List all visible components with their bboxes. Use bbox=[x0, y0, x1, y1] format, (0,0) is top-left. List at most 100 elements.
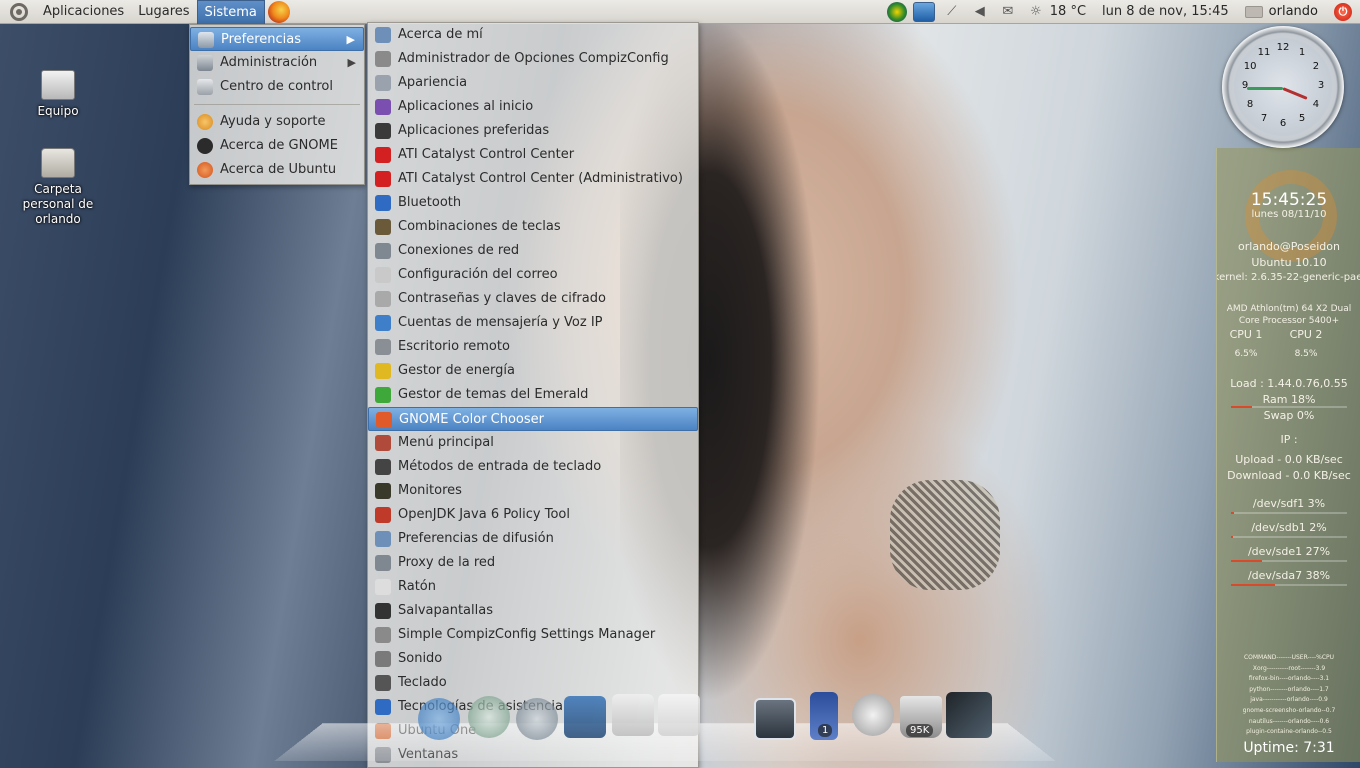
pref-item-icon bbox=[375, 339, 391, 355]
clock-number: 7 bbox=[1260, 112, 1268, 124]
dock-cursor-app-icon[interactable] bbox=[946, 692, 992, 738]
conky-disk-bar-fill bbox=[1231, 536, 1234, 538]
dock-sync-icon[interactable] bbox=[468, 696, 510, 738]
pref-item[interactable]: Escritorio remoto bbox=[368, 335, 698, 359]
administration-icon bbox=[197, 55, 213, 71]
pref-item[interactable]: Gestor de energía bbox=[368, 359, 698, 383]
pref-item[interactable]: Contraseñas y claves de cifrado bbox=[368, 287, 698, 311]
pref-item-label: Administrador de Opciones CompizConfig bbox=[398, 51, 669, 66]
analog-clock-widget[interactable]: 12 1 2 3 4 5 6 7 8 9 10 11 bbox=[1222, 26, 1344, 148]
pref-item-label: Apariencia bbox=[398, 75, 468, 90]
pref-item[interactable]: OpenJDK Java 6 Policy Tool bbox=[368, 503, 698, 527]
pref-item[interactable]: Aplicaciones al inicio bbox=[368, 95, 698, 119]
pref-item-icon bbox=[375, 195, 391, 211]
clock-number: 4 bbox=[1312, 99, 1320, 110]
clock-datetime[interactable]: lun 8 de nov, 15:45 bbox=[1094, 4, 1237, 19]
clock-minute-hand bbox=[1247, 87, 1283, 90]
conky-date: lunes 08/11/10 bbox=[1251, 209, 1327, 220]
pref-item[interactable]: Sonido bbox=[368, 647, 698, 671]
conky-disk-bar-fill bbox=[1231, 584, 1276, 586]
menu-item-preferencias[interactable]: Preferencias ▶ bbox=[190, 27, 364, 51]
pref-item-icon bbox=[375, 603, 391, 619]
weather-sun-icon[interactable]: ☼ bbox=[1025, 2, 1047, 22]
ubuntu-logo-icon[interactable] bbox=[10, 2, 28, 21]
menu-item-label: Centro de control bbox=[220, 79, 334, 94]
pref-item-icon bbox=[375, 75, 391, 91]
pref-item[interactable]: Proxy de la red bbox=[368, 551, 698, 575]
pref-item[interactable]: Gestor de temas del Emerald bbox=[368, 383, 698, 407]
panel-tray: ⟋ ◀︎ ✉ ☼ 18 °C lun 8 de nov, 15:45 orlan… bbox=[884, 0, 1360, 24]
conky-cpu1-label: CPU 1 bbox=[1229, 328, 1263, 341]
pref-item-label: OpenJDK Java 6 Policy Tool bbox=[398, 507, 570, 522]
screenshot-applet-icon[interactable] bbox=[912, 1, 935, 22]
dock-notes-icon[interactable] bbox=[658, 694, 700, 736]
pref-item[interactable]: GNOME Color Chooser bbox=[368, 407, 698, 431]
pref-item[interactable]: Configuración del correo bbox=[368, 263, 698, 287]
pref-item[interactable]: Administrador de Opciones CompizConfig bbox=[368, 47, 698, 71]
power-icon[interactable]: ⏻ bbox=[1334, 2, 1352, 21]
network-plug-icon[interactable]: ⟋ bbox=[941, 2, 963, 22]
pref-item[interactable]: Bluetooth bbox=[368, 191, 698, 215]
pref-item[interactable]: Monitores bbox=[368, 479, 698, 503]
weather-temperature[interactable]: 18 °C bbox=[1050, 4, 1094, 19]
menu-item-acerca-ubuntu[interactable]: Acerca de Ubuntu bbox=[190, 158, 364, 182]
submenu-arrow-icon: ▶ bbox=[347, 56, 356, 69]
pref-item-label: Proxy de la red bbox=[398, 555, 496, 570]
pref-item[interactable]: ATI Catalyst Control Center bbox=[368, 143, 698, 167]
pref-item[interactable]: Salvapantallas bbox=[368, 599, 698, 623]
pref-item-icon bbox=[375, 555, 391, 571]
pref-item[interactable]: Combinaciones de teclas bbox=[368, 215, 698, 239]
pref-item[interactable]: Menú principal bbox=[368, 431, 698, 455]
pref-item-label: Combinaciones de teclas bbox=[398, 219, 561, 234]
conky-download: Download - 0.0 KB/sec bbox=[1227, 469, 1351, 482]
dock-mail-at-icon[interactable] bbox=[852, 694, 894, 736]
conky-cpu-name: AMD Athlon(tm) 64 X2 Dual Core Processor… bbox=[1226, 304, 1352, 326]
desktop-icon-equipo[interactable]: Equipo bbox=[13, 70, 103, 119]
pref-item-icon bbox=[375, 123, 391, 139]
pref-item-label: Teclado bbox=[398, 675, 447, 690]
desktop-icon-home-folder[interactable]: Carpeta personal de orlando bbox=[13, 148, 103, 227]
clock-number: 3 bbox=[1317, 80, 1325, 91]
firefox-launcher-icon[interactable] bbox=[267, 0, 290, 23]
conky-process-row: firefox-bin----orlando----3.1 bbox=[1248, 675, 1330, 683]
pref-item[interactable]: Acerca de mí bbox=[368, 23, 698, 47]
conky-ram-bar-fill bbox=[1231, 406, 1252, 408]
menu-lugares[interactable]: Lugares bbox=[131, 0, 196, 24]
pref-item-icon bbox=[375, 27, 391, 43]
conky-process-row: nautilus-------orlando----0.6 bbox=[1248, 717, 1330, 725]
menu-item-centro-de-control[interactable]: Centro de control bbox=[190, 75, 364, 99]
conky-disk-bar-fill bbox=[1231, 512, 1235, 514]
pref-item-label: Simple CompizConfig Settings Manager bbox=[398, 627, 656, 642]
conky-ram: Ram 18% bbox=[1262, 393, 1316, 406]
mail-icon[interactable]: ✉ bbox=[997, 2, 1019, 22]
dock-workspace-switcher-icon[interactable] bbox=[754, 698, 796, 740]
menu-item-administracion[interactable]: Administración ▶ bbox=[190, 51, 364, 75]
conky-cpu1: CPU 1 6.5% bbox=[1221, 328, 1271, 359]
menu-aplicaciones[interactable]: Aplicaciones bbox=[36, 0, 131, 24]
pref-item[interactable]: Simple CompizConfig Settings Manager bbox=[368, 623, 698, 647]
pref-item[interactable]: Aplicaciones preferidas bbox=[368, 119, 698, 143]
pref-item[interactable]: Teclado bbox=[368, 671, 698, 695]
pref-item[interactable]: ATI Catalyst Control Center (Administrat… bbox=[368, 167, 698, 191]
pref-item-label: Acerca de mí bbox=[398, 27, 483, 42]
globe-icon[interactable] bbox=[886, 1, 907, 22]
menu-sistema[interactable]: Sistema bbox=[196, 0, 265, 24]
pref-item-icon bbox=[375, 387, 391, 403]
menu-item-ayuda[interactable]: Ayuda y soporte bbox=[190, 110, 364, 134]
clock-hour-hand bbox=[1282, 87, 1308, 100]
pref-item[interactable]: Conexiones de red bbox=[368, 239, 698, 263]
pref-item[interactable]: Preferencias de difusión bbox=[368, 527, 698, 551]
dock-calculator-icon[interactable] bbox=[612, 694, 654, 736]
menu-item-acerca-gnome[interactable]: Acerca de GNOME bbox=[190, 134, 364, 158]
dock-browser-icon[interactable] bbox=[418, 698, 460, 740]
user-name: orlando bbox=[1268, 4, 1318, 19]
dock-network-icon[interactable] bbox=[516, 698, 558, 740]
pref-item-icon bbox=[375, 291, 391, 307]
pref-item[interactable]: Apariencia bbox=[368, 71, 698, 95]
pref-item[interactable]: Métodos de entrada de teclado bbox=[368, 455, 698, 479]
user-switcher[interactable]: orlando bbox=[1237, 4, 1326, 19]
pref-item[interactable]: Cuentas de mensajería y Voz IP bbox=[368, 311, 698, 335]
pref-item[interactable]: Ratón bbox=[368, 575, 698, 599]
dock-video-icon[interactable] bbox=[564, 696, 606, 738]
volume-icon[interactable]: ◀︎ bbox=[969, 2, 991, 22]
